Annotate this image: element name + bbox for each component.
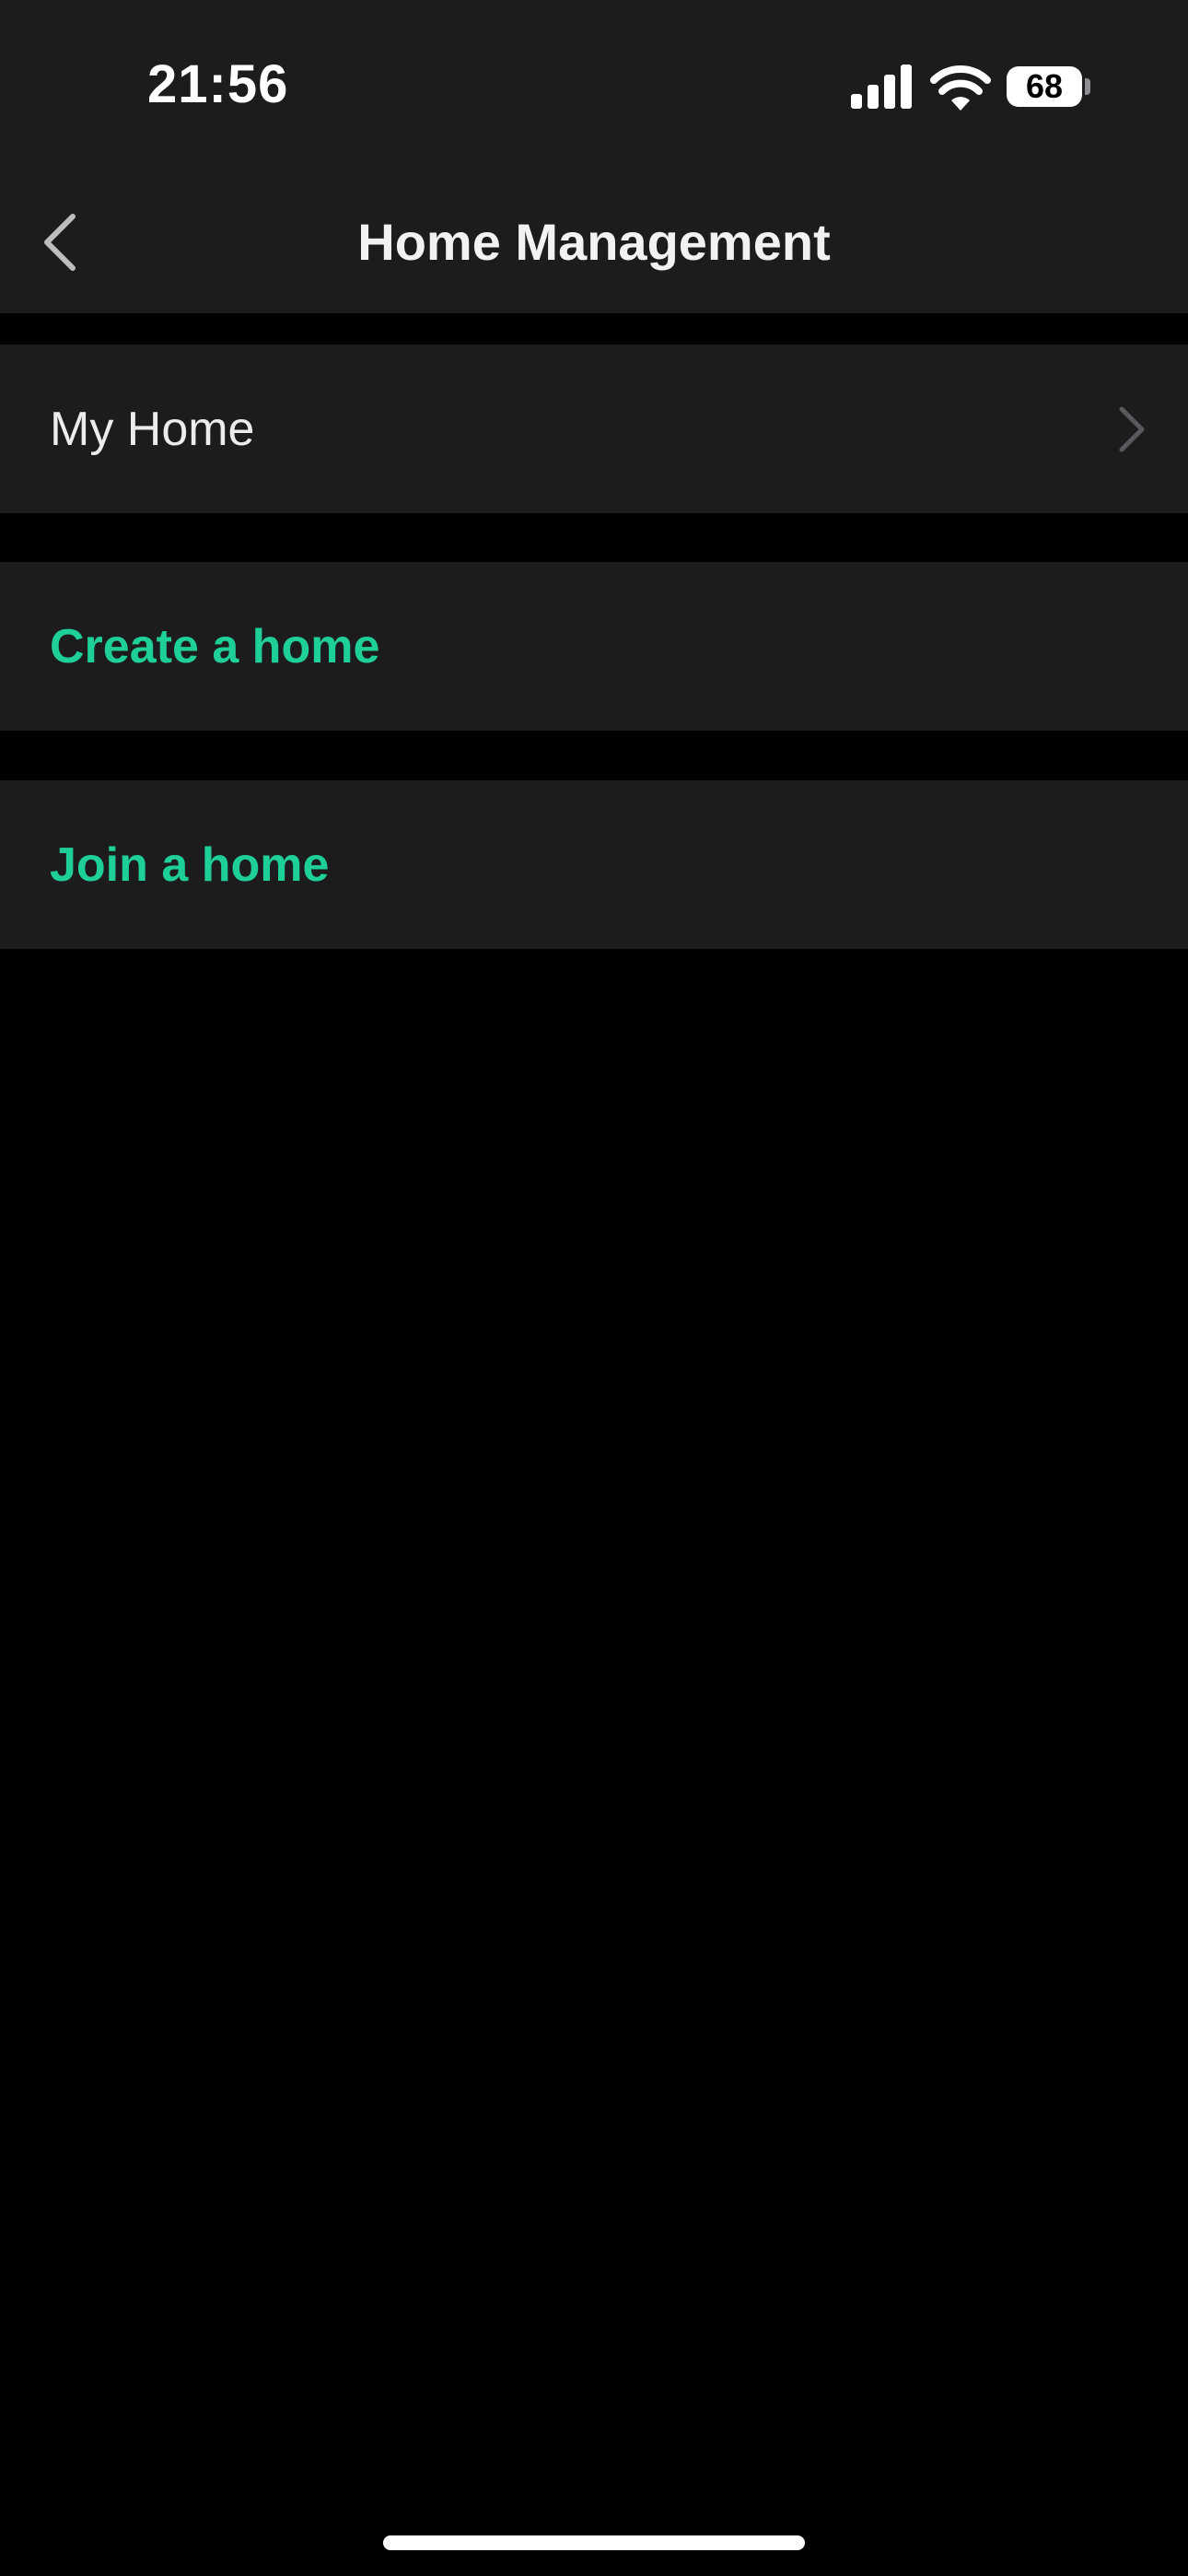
status-bar: 21:56 68 — [0, 0, 1188, 175]
wifi-icon — [930, 65, 991, 111]
navigation-bar: Home Management — [0, 175, 1188, 313]
battery-level: 68 — [1025, 67, 1064, 105]
home-indicator[interactable] — [383, 2535, 805, 2550]
cellular-signal-icon — [851, 64, 912, 109]
join-home-label: Join a home — [50, 837, 330, 892]
create-home-label: Create a home — [50, 619, 380, 673]
list-item-my-home[interactable]: My Home — [0, 345, 1188, 513]
battery-icon: 68 — [1007, 66, 1082, 107]
join-home-button[interactable]: Join a home — [0, 780, 1188, 949]
create-home-button[interactable]: Create a home — [0, 562, 1188, 731]
chevron-right-icon — [1119, 406, 1145, 452]
page-title: Home Management — [357, 213, 831, 271]
battery-cap — [1085, 78, 1090, 95]
list-item-label: My Home — [50, 402, 255, 456]
status-time: 21:56 — [147, 54, 289, 114]
